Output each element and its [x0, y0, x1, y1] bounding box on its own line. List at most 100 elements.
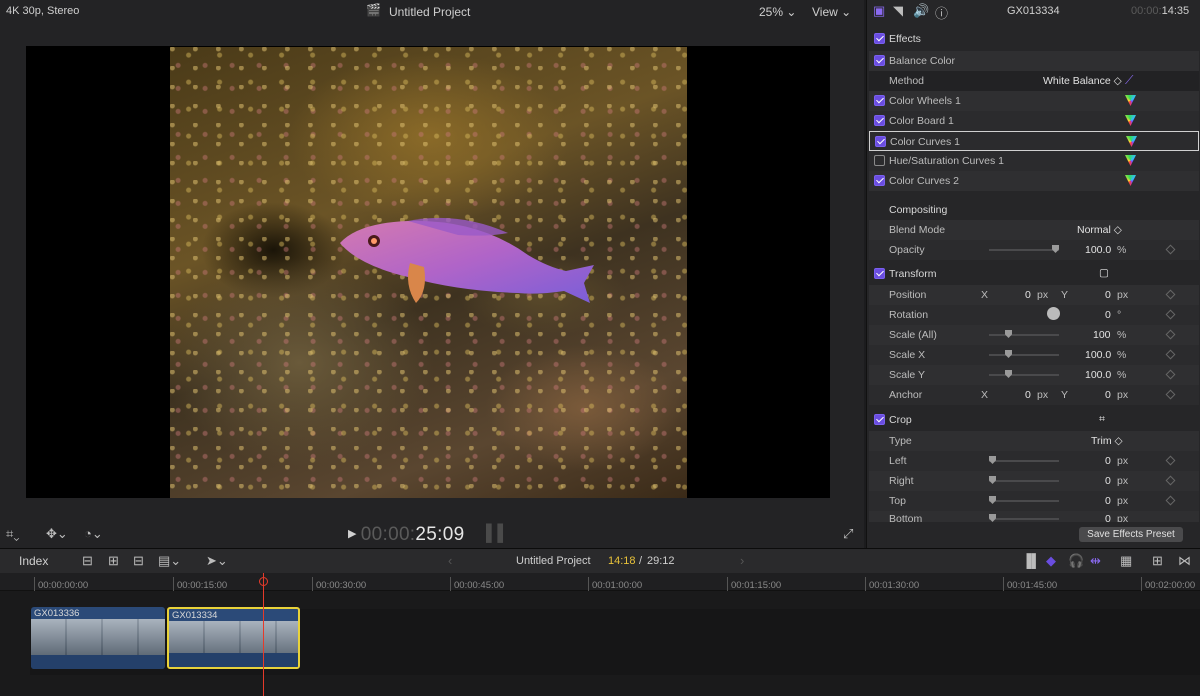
- color-wheels-checkbox[interactable]: [874, 95, 885, 106]
- anchor-x-value[interactable]: 0: [1025, 389, 1031, 401]
- overwrite-clip-icon[interactable]: ▤⌄: [158, 553, 181, 569]
- opacity-slider[interactable]: [989, 245, 1059, 253]
- keyframe-icon[interactable]: [1165, 309, 1176, 320]
- keyframe-icon[interactable]: [1165, 244, 1176, 255]
- crop-top-value[interactable]: 0: [1105, 495, 1111, 507]
- color-inspector-icon[interactable]: ◥: [893, 3, 903, 19]
- crop-bottom-slider[interactable]: [989, 514, 1059, 522]
- scale-all-value[interactable]: 100: [1093, 329, 1111, 341]
- clip-skimming-icon[interactable]: ▐▌: [1022, 553, 1040, 568]
- fullscreen-icon[interactable]: ⤢: [843, 526, 853, 542]
- slider-knob[interactable]: [1052, 245, 1059, 253]
- crop-bottom-value[interactable]: 0: [1105, 513, 1111, 522]
- slider-knob[interactable]: [1005, 330, 1012, 338]
- keyframe-icon[interactable]: [1165, 289, 1176, 300]
- crop-section-header[interactable]: Crop ⌗: [869, 410, 1199, 430]
- crop-top-slider[interactable]: [989, 496, 1059, 504]
- keyframe-icon[interactable]: [1165, 455, 1176, 466]
- slider-knob[interactable]: [989, 514, 996, 522]
- crop-onscreen-icon[interactable]: ⌗: [1099, 413, 1105, 426]
- keyframe-icon[interactable]: [1165, 349, 1176, 360]
- crop-right-slider[interactable]: [989, 476, 1059, 484]
- save-effects-preset-button[interactable]: Save Effects Preset: [1079, 527, 1183, 542]
- video-inspector-icon[interactable]: ▣: [873, 3, 885, 19]
- connect-clip-icon[interactable]: ⊟: [82, 553, 93, 569]
- audio-inspector-icon[interactable]: 🔊: [913, 3, 929, 19]
- anchor-y-value[interactable]: 0: [1105, 389, 1111, 401]
- append-clip-icon[interactable]: ⊟: [133, 553, 144, 569]
- speed-gauge-icon[interactable]: ◔⌄: [84, 526, 103, 542]
- zoom-menu[interactable]: 25% ⌄: [759, 5, 796, 19]
- transform-onscreen-icon[interactable]: ▢: [1099, 267, 1109, 279]
- color-triangle-icon[interactable]: [1125, 155, 1136, 166]
- clip-appearance-icon[interactable]: ▦: [1120, 553, 1132, 569]
- keyframe-icon[interactable]: [1165, 495, 1176, 506]
- effect-color-board-1[interactable]: Color Board 1: [869, 111, 1199, 131]
- transform-section-header[interactable]: Transform ▢: [869, 264, 1199, 284]
- crop-left-slider[interactable]: [989, 456, 1059, 464]
- position-x-value[interactable]: 0: [1025, 289, 1031, 301]
- timeline-clip[interactable]: GX013336: [31, 607, 165, 669]
- scale-x-value[interactable]: 100.0: [1085, 349, 1111, 361]
- back-icon[interactable]: ‹: [448, 553, 452, 568]
- scale-x-slider[interactable]: [989, 350, 1059, 358]
- color-curves-2-checkbox[interactable]: [874, 175, 885, 186]
- keyframe-icon[interactable]: [1165, 475, 1176, 486]
- forward-icon[interactable]: ›: [740, 553, 744, 568]
- effects-checkbox[interactable]: [874, 33, 885, 44]
- eyedropper-icon[interactable]: ⟋: [1125, 73, 1133, 88]
- position-y-value[interactable]: 0: [1105, 289, 1111, 301]
- effects-section-header[interactable]: Effects: [869, 29, 1199, 49]
- transitions-browser-icon[interactable]: ⋈: [1178, 553, 1191, 569]
- effect-color-curves-2[interactable]: Color Curves 2: [869, 171, 1199, 191]
- scale-y-value[interactable]: 100.0: [1085, 369, 1111, 381]
- effect-color-curves-1[interactable]: Color Curves 1: [869, 131, 1199, 151]
- color-triangle-icon[interactable]: [1126, 136, 1137, 147]
- crop-tool-icon[interactable]: ⌗⌄: [6, 526, 19, 542]
- slider-knob[interactable]: [1005, 350, 1012, 358]
- transform-checkbox[interactable]: [874, 268, 885, 279]
- scale-all-slider[interactable]: [989, 330, 1059, 338]
- color-triangle-icon[interactable]: [1125, 175, 1136, 186]
- slider-knob[interactable]: [989, 456, 996, 464]
- crop-right-value[interactable]: 0: [1105, 475, 1111, 487]
- slider-knob[interactable]: [989, 496, 996, 504]
- balance-color-checkbox[interactable]: [874, 55, 885, 66]
- slider-knob[interactable]: [989, 476, 996, 484]
- method-popup[interactable]: White Balance ◇: [1043, 75, 1122, 87]
- slider-knob[interactable]: [1005, 370, 1012, 378]
- select-tool-icon[interactable]: ➤⌄: [206, 553, 228, 569]
- transform-tool-icon[interactable]: ✥⌄: [46, 526, 68, 542]
- snapping-icon[interactable]: ⇹: [1090, 553, 1101, 569]
- headphones-icon[interactable]: 🎧: [1068, 553, 1084, 569]
- timeline-clip-selected[interactable]: GX013334: [167, 607, 300, 669]
- crop-left-value[interactable]: 0: [1105, 455, 1111, 467]
- index-button[interactable]: Index: [19, 554, 48, 568]
- color-board-checkbox[interactable]: [874, 115, 885, 126]
- color-triangle-icon[interactable]: [1125, 95, 1136, 106]
- rotation-value[interactable]: 0: [1105, 309, 1111, 321]
- effects-browser-icon[interactable]: ⊞: [1152, 553, 1163, 569]
- crop-type-popup[interactable]: Trim ◇: [1091, 435, 1123, 447]
- keyframe-icon[interactable]: [1165, 389, 1176, 400]
- color-triangle-icon[interactable]: [1125, 115, 1136, 126]
- info-inspector-icon[interactable]: ⓘ: [935, 3, 948, 22]
- view-menu[interactable]: View ⌄: [812, 5, 851, 19]
- effect-balance-color[interactable]: Balance Color: [869, 51, 1199, 71]
- keyframe-icon[interactable]: [1165, 329, 1176, 340]
- skimming-icon[interactable]: ◆: [1046, 553, 1056, 569]
- opacity-value[interactable]: 100.0: [1085, 244, 1111, 256]
- rotation-dial[interactable]: [1047, 307, 1060, 320]
- effect-hue-saturation-curves-1[interactable]: Hue/Saturation Curves 1: [869, 151, 1199, 171]
- playhead[interactable]: [263, 573, 264, 696]
- crop-checkbox[interactable]: [874, 414, 885, 425]
- keyframe-icon[interactable]: [1165, 369, 1176, 380]
- hue-saturation-checkbox[interactable]: [874, 155, 885, 166]
- playhead-handle[interactable]: [259, 577, 268, 586]
- blend-mode-popup[interactable]: Normal ◇: [1077, 224, 1122, 236]
- color-curves-1-checkbox[interactable]: [875, 136, 886, 147]
- compositing-section-header[interactable]: Compositing: [869, 200, 1199, 220]
- play-icon[interactable]: ▶: [348, 528, 357, 540]
- timeline-ruler[interactable]: 00:00:00:00 00:00:15:00 00:00:30:00 00:0…: [0, 573, 1200, 591]
- scale-y-slider[interactable]: [989, 370, 1059, 378]
